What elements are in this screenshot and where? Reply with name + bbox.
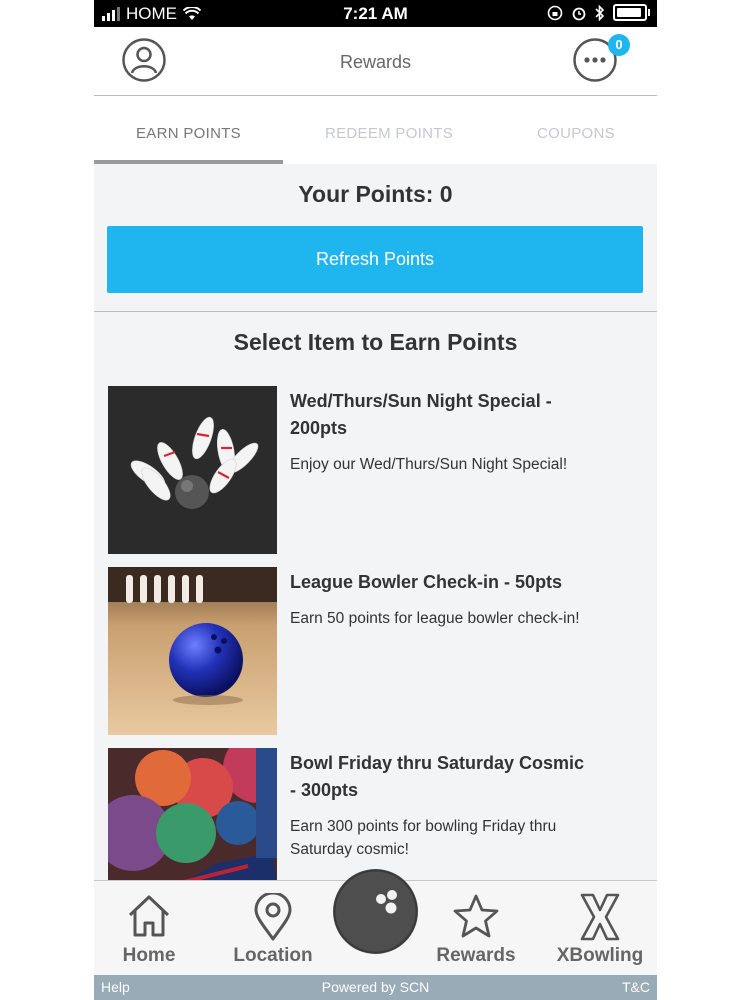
nav-location-label: Location <box>233 945 313 966</box>
status-right <box>547 4 650 21</box>
battery-icon <box>613 4 650 21</box>
tab-bar: EARN POINTS REDEEM POINTS COUPONS <box>94 96 657 164</box>
points-total: Your Points: 0 <box>298 181 453 207</box>
nav-xbowling-label: XBowling <box>556 945 644 966</box>
item-title: Wed/Thurs/Sun Night Special - 200pts <box>290 391 552 438</box>
refresh-points-button[interactable]: Refresh Points <box>107 226 643 293</box>
active-tab-indicator <box>94 160 283 164</box>
star-icon <box>453 894 499 938</box>
item-description: Enjoy our Wed/Thurs/Sun Night Special! <box>290 456 568 473</box>
bluetooth-icon <box>595 4 605 21</box>
alarm-icon <box>572 7 586 20</box>
nav-xbowling[interactable]: XBowling <box>545 881 655 976</box>
nav-location[interactable]: Location <box>218 881 328 976</box>
bowling-ball-button[interactable] <box>333 869 418 954</box>
location-pin-icon <box>254 893 292 941</box>
item-description: Earn 50 points for league bowler check-i… <box>290 610 580 627</box>
phone-screen: HOME 7:21 AM Rewards 0 EARN POINTS REDEE… <box>94 0 657 1000</box>
list-item[interactable]: Wed/Thurs/Sun Night Special - 200pts Enj… <box>108 386 643 554</box>
item-description: Earn 300 points for bowling Friday thru … <box>290 818 557 858</box>
list-item[interactable]: League Bowler Check-in - 50pts Earn 50 p… <box>108 567 643 735</box>
nav-rewards[interactable]: Rewards <box>421 881 531 976</box>
status-bar: HOME 7:21 AM <box>94 0 657 27</box>
footer-bar: Help Powered by SCN T&C <box>94 975 657 1000</box>
terms-link[interactable]: T&C <box>622 979 650 995</box>
rotation-lock-icon <box>547 5 563 20</box>
nav-home-label: Home <box>122 945 176 966</box>
item-image <box>108 567 277 735</box>
nav-rewards-label: Rewards <box>436 945 516 966</box>
section-title: Select Item to Earn Points <box>233 329 518 355</box>
tab-redeem-points[interactable]: REDEEM POINTS <box>283 96 495 164</box>
section-divider <box>94 311 657 312</box>
bowling-ball-icon <box>333 869 418 954</box>
notification-badge: 0 <box>608 34 630 56</box>
home-icon <box>128 895 170 937</box>
tab-coupons[interactable]: COUPONS <box>495 96 657 164</box>
app-header: Rewards 0 <box>94 27 657 96</box>
x-icon <box>580 893 620 941</box>
powered-by-text: Powered by SCN <box>321 979 430 995</box>
item-image <box>108 386 277 554</box>
nav-home[interactable]: Home <box>94 881 204 976</box>
item-title: Bowl Friday thru Saturday Cosmic - 300pt… <box>290 753 585 800</box>
tab-earn-points[interactable]: EARN POINTS <box>94 96 283 164</box>
item-title: League Bowler Check-in - 50pts <box>290 572 563 592</box>
